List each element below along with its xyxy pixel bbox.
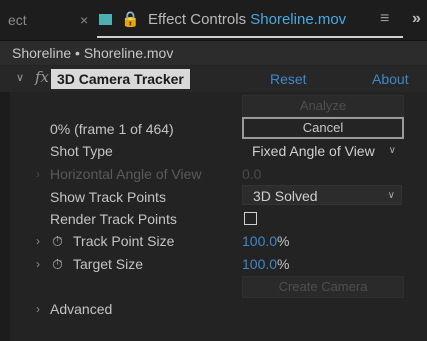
panel-menu-icon[interactable]: ≡ <box>380 8 389 30</box>
twirl-open-icon[interactable]: ∨ <box>16 71 24 84</box>
shot-type-dropdown[interactable]: Fixed Angle of View ∨ <box>252 141 402 161</box>
shot-type-value: Fixed Angle of View <box>252 143 375 159</box>
chevron-down-icon: ∨ <box>387 190 395 201</box>
horizontal-aov-label: Horizontal Angle of View <box>50 166 202 182</box>
shot-type-label: Shot Type <box>50 143 113 159</box>
track-point-size-unit: % <box>277 233 290 249</box>
effect-header[interactable]: ∨ fx 3D Camera Tracker Reset About <box>0 66 427 92</box>
twirl-closed-icon[interactable]: › <box>36 232 40 250</box>
show-track-points-value: 3D Solved <box>253 188 318 204</box>
active-tab-indicator <box>97 36 403 38</box>
about-link[interactable]: About <box>372 70 409 88</box>
target-size-unit: % <box>277 256 290 272</box>
analyze-button[interactable]: Analyze <box>242 95 404 117</box>
advanced-group-label[interactable]: Advanced <box>50 300 112 318</box>
tab-effect-controls[interactable]: Effect Controls Shoreline.mov <box>148 9 346 31</box>
layer-color-swatch-icon <box>99 14 112 25</box>
tab-title-label: Effect Controls <box>148 11 247 28</box>
twirl-closed-icon[interactable]: › <box>36 255 40 273</box>
twirl-closed-icon: › <box>36 167 40 181</box>
stopwatch-icon[interactable]: ⏱ <box>52 255 63 273</box>
lock-icon[interactable]: 🔒 <box>121 9 140 31</box>
stopwatch-icon[interactable]: ⏱ <box>52 232 63 250</box>
chevron-down-icon: ∨ <box>388 145 396 156</box>
track-point-size-value[interactable]: 100.0% <box>242 232 290 250</box>
show-track-points-label: Show Track Points <box>50 189 166 205</box>
render-track-points-checkbox[interactable] <box>244 212 257 225</box>
target-size-number[interactable]: 100.0 <box>242 256 277 272</box>
show-track-points-dropdown[interactable]: 3D Solved ∨ <box>242 185 402 205</box>
progress-status: 0% (frame 1 of 464) <box>50 121 174 137</box>
left-gutter <box>0 92 10 341</box>
target-size-label: Target Size <box>73 256 144 272</box>
breadcrumb: Shoreline • Shoreline.mov <box>0 41 427 65</box>
cancel-button[interactable]: Cancel <box>242 117 404 139</box>
render-track-points-label: Render Track Points <box>50 211 177 227</box>
close-tab-icon[interactable]: × <box>80 9 88 31</box>
horizontal-aov-value: 0.0 <box>242 166 262 182</box>
reset-link[interactable]: Reset <box>270 70 307 88</box>
target-size-value[interactable]: 100.0% <box>242 255 290 273</box>
previous-tab[interactable]: ect <box>0 9 42 31</box>
track-point-size-number[interactable]: 100.0 <box>242 233 277 249</box>
track-point-size-label: Track Point Size <box>73 233 175 249</box>
fx-toggle-icon[interactable]: fx <box>35 68 49 86</box>
panel-overflow-icon[interactable]: » <box>412 8 421 30</box>
create-camera-button[interactable]: Create Camera <box>242 276 404 298</box>
panel-tab-bar: ect × 🔒 Effect Controls Shoreline.mov ≡ … <box>0 0 427 41</box>
twirl-closed-icon[interactable]: › <box>36 300 40 318</box>
tab-title-file[interactable]: Shoreline.mov <box>250 11 346 28</box>
effect-name[interactable]: 3D Camera Tracker <box>51 69 190 89</box>
